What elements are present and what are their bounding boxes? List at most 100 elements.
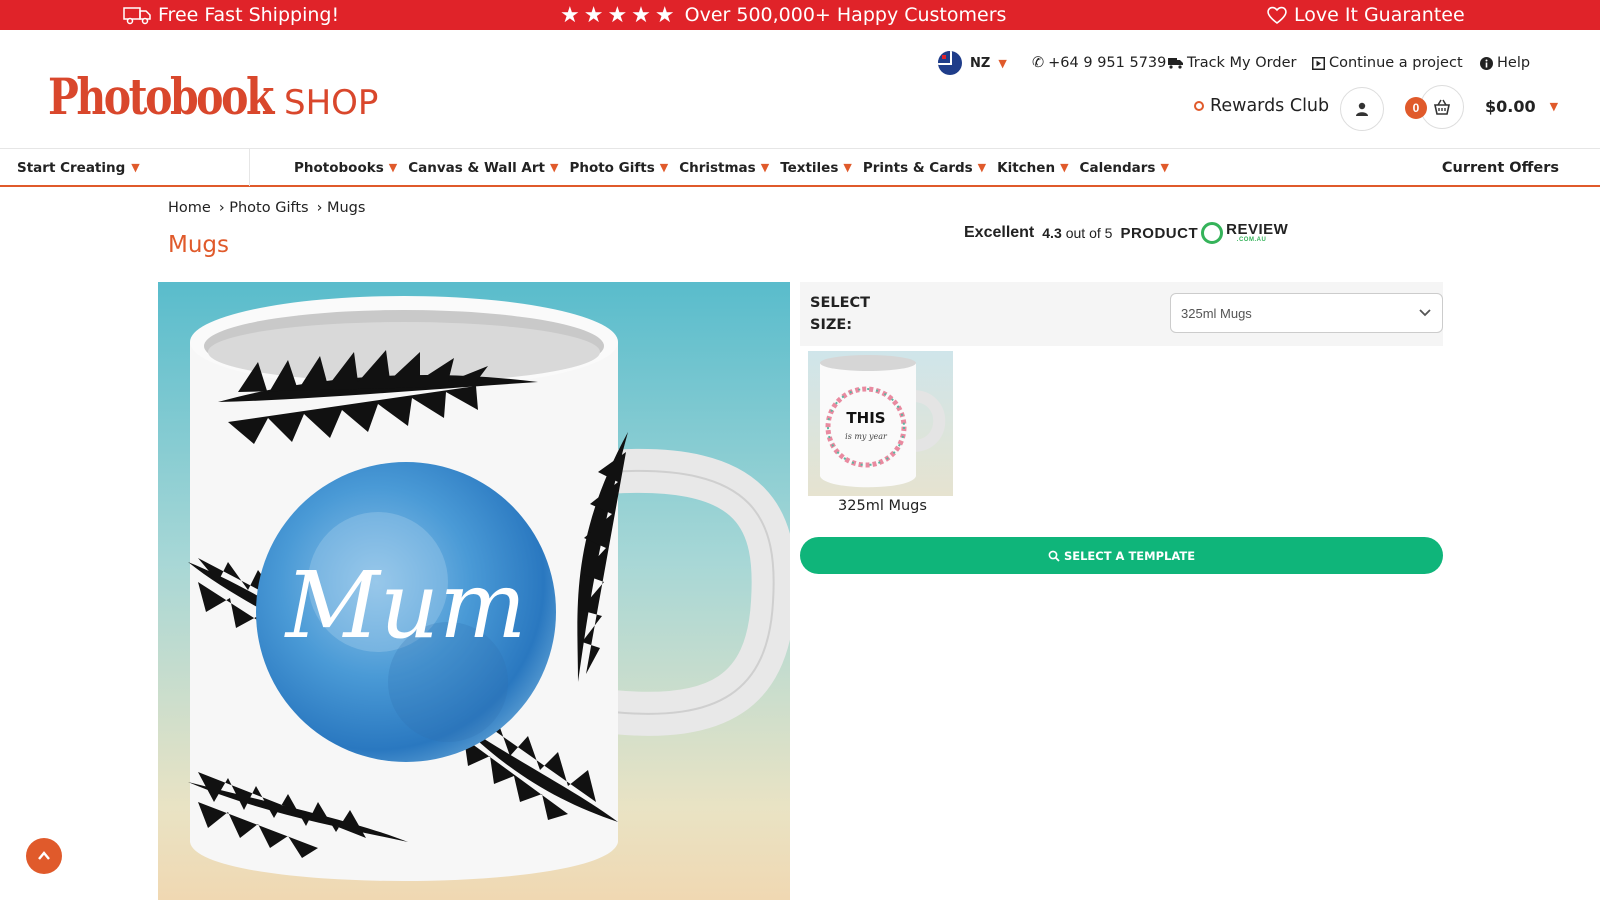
thumbnail-text-small: is my year [845, 432, 888, 441]
nz-flag-icon [938, 51, 962, 75]
current-offers-link[interactable]: Current Offers [1442, 149, 1559, 186]
chevron-down-icon: ▼ [549, 161, 559, 174]
chevron-down-icon [1419, 309, 1431, 317]
select-template-button[interactable]: SELECT A TEMPLATE [800, 537, 1443, 574]
main-nav: Start Creating ▼ Photobooks ▼ Canvas & Wa… [0, 148, 1600, 187]
site-logo[interactable]: Photobook SHOP [48, 67, 379, 126]
help-label: Help [1497, 55, 1531, 71]
promo-guarantee-text: Love It Guarantee [1294, 4, 1465, 26]
info-icon [1480, 56, 1493, 70]
delivery-truck-icon [123, 7, 151, 25]
breadcrumb: Home › Photo Gifts › Mugs [168, 200, 373, 216]
chevron-down-icon: ▼ [977, 161, 987, 174]
nav-item-label: Kitchen [997, 159, 1056, 176]
chevron-down-icon: ▼ [1160, 161, 1169, 174]
nav-item-prints-cards[interactable]: Prints & Cards ▼ [863, 160, 986, 176]
breadcrumb-home[interactable]: Home [168, 200, 211, 216]
scroll-to-top-button[interactable] [26, 838, 62, 874]
chevron-down-icon: ▼ [131, 161, 140, 174]
nav-item-label: Prints & Cards [862, 159, 973, 176]
chevron-down-icon: ▼ [1549, 100, 1559, 113]
truck-icon [1168, 58, 1183, 69]
product-review-brand-a: PRODUCT [1120, 224, 1199, 242]
chevron-down-icon: ▼ [1060, 161, 1069, 174]
logo-sub: SHOP [284, 83, 379, 123]
review-rating-text: Excellent [964, 224, 1035, 241]
product-review-brand-b-wrap: REVIEW .COM.AU [1226, 221, 1289, 243]
country-code: NZ [970, 55, 991, 71]
nav-item-christmas[interactable]: Christmas ▼ [679, 160, 769, 176]
cart-count-badge: 0 [1405, 97, 1427, 119]
chevron-down-icon: ▼ [659, 161, 669, 174]
play-square-icon [1312, 56, 1325, 70]
search-icon [1048, 550, 1060, 562]
nav-item-label: Textiles [780, 159, 839, 176]
thumbnail-mug-image: THIS is my year [820, 355, 946, 488]
promo-shipping-text: Free Fast Shipping! [158, 4, 340, 26]
promo-customers: ★★★★★ Over 500,000+ Happy Customers [560, 0, 1006, 30]
phone-link[interactable]: ✆ +64 9 951 5739 [1032, 52, 1166, 74]
user-icon [1356, 102, 1368, 116]
nav-item-calendars[interactable]: Calendars ▼ [1080, 160, 1169, 176]
nav-item-label: Calendars [1079, 159, 1156, 176]
breadcrumb-mugs: › Mugs [316, 200, 366, 216]
nav-item-canvas-wall-art[interactable]: Canvas & Wall Art ▼ [408, 160, 558, 176]
nav-item-kitchen[interactable]: Kitchen ▼ [997, 160, 1068, 176]
chevron-down-icon: ▼ [843, 161, 852, 174]
size-select-value: 325ml Mugs [1181, 305, 1252, 321]
nav-item-textiles[interactable]: Textiles ▼ [780, 160, 852, 176]
size-label: SELECT SIZE: [810, 295, 871, 333]
breadcrumb-photo-gifts[interactable]: › Photo Gifts [219, 200, 309, 216]
product-main-image: Mum [158, 282, 790, 900]
basket-icon [1434, 99, 1450, 115]
rewards-label: Rewards Club [1210, 96, 1330, 116]
size-option-thumbnail[interactable]: THIS is my year [808, 351, 953, 496]
account-button[interactable] [1340, 87, 1384, 131]
chevron-down-icon: ▼ [998, 56, 1007, 70]
continue-project-link[interactable]: Continue a project [1312, 52, 1463, 74]
review-out-of: out of 5 [1065, 225, 1113, 241]
size-option-label[interactable]: 325ml Mugs [808, 498, 957, 514]
rewards-icon [1194, 101, 1204, 111]
nav-item-photo-gifts[interactable]: Photo Gifts ▼ [569, 160, 668, 176]
promo-shipping: Free Fast Shipping! [122, 0, 339, 30]
mug-illustration: Mum [188, 296, 790, 881]
start-creating-label: Start Creating [17, 159, 126, 176]
help-link[interactable]: Help [1480, 52, 1530, 74]
cart-total[interactable]: $0.00 ▼ [1485, 97, 1558, 116]
nav-item-label: Photobooks [294, 159, 384, 176]
product-review-q-icon [1201, 222, 1224, 244]
product-review-widget[interactable]: Excellent 4.3 out of 5 PRODUCT REVIEW .C… [964, 222, 1288, 244]
chevron-down-icon: ▼ [388, 161, 398, 174]
promo-bar: Free Fast Shipping! ★★★★★ Over 500,000+ … [0, 0, 1600, 30]
logo-main: Photobook [48, 67, 274, 126]
phone-number: +64 9 951 5739 [1048, 55, 1167, 71]
nav-menu: Photobooks ▼ Canvas & Wall Art ▼ Photo Gif… [294, 149, 1180, 186]
phone-icon: ✆ [1032, 55, 1045, 71]
continue-project-label: Continue a project [1329, 55, 1463, 71]
size-selector-bar: SELECT SIZE: 325ml Mugs [800, 282, 1443, 346]
track-order-label: Track My Order [1187, 55, 1297, 71]
mug-print-text: Mum [284, 552, 527, 659]
country-selector[interactable]: NZ ▼ [938, 51, 1007, 75]
nav-item-photobooks[interactable]: Photobooks ▼ [294, 160, 397, 176]
track-order-link[interactable]: Track My Order [1168, 52, 1296, 74]
cart-total-value: $0.00 [1485, 97, 1536, 116]
product-review-brand-small: .COM.AU [1236, 237, 1267, 243]
page-title: Mugs [168, 232, 230, 258]
nav-item-label: Christmas [679, 159, 756, 176]
nav-item-label: Canvas & Wall Art [408, 159, 545, 176]
promo-customers-text: Over 500,000+ Happy Customers [684, 4, 1007, 26]
start-creating-menu[interactable]: Start Creating ▼ [17, 149, 140, 186]
rewards-club-link[interactable]: Rewards Club [1194, 96, 1329, 116]
select-template-label: SELECT A TEMPLATE [1063, 548, 1196, 563]
product-review-brand-b: REVIEW [1226, 221, 1289, 238]
size-select[interactable]: 325ml Mugs [1170, 293, 1443, 333]
nav-item-label: Photo Gifts [569, 159, 655, 176]
star-rating-icon: ★★★★★ [560, 2, 679, 28]
promo-guarantee: Love It Guarantee [1266, 0, 1465, 30]
nav-divider [249, 149, 250, 186]
review-score: 4.3 [1042, 225, 1062, 241]
thumbnail-text-big: THIS [846, 409, 885, 427]
chevron-down-icon: ▼ [760, 161, 770, 174]
